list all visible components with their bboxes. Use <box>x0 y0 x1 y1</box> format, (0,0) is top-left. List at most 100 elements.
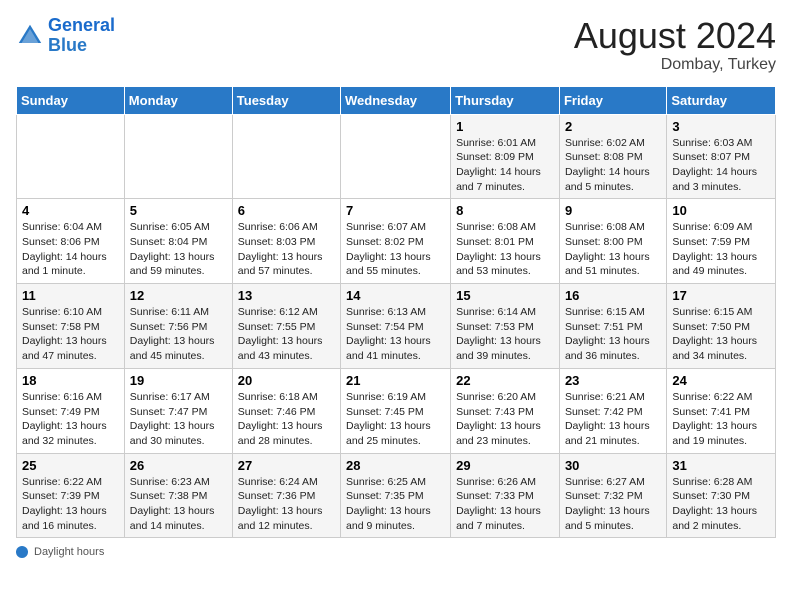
day-number: 3 <box>672 119 770 134</box>
calendar-cell: 4 Sunrise: 6:04 AM Sunset: 8:06 PM Daylig… <box>17 199 125 284</box>
calendar-cell: 23 Sunrise: 6:21 AM Sunset: 7:42 PM Dayli… <box>559 368 666 453</box>
location: Dombay, Turkey <box>574 56 776 74</box>
calendar-cell: 24Sunrise: 6:22 AM Sunset: 7:41 PM Dayli… <box>667 368 776 453</box>
calendar-week-row: 18 Sunrise: 6:16 AM Sunset: 7:49 PM Dayli… <box>17 368 776 453</box>
calendar-cell: 29Sunrise: 6:26 AM Sunset: 7:33 PM Dayli… <box>451 453 560 538</box>
day-number: 19 <box>130 373 227 388</box>
day-info: Sunrise: 6:20 AM Sunset: 7:43 PM Dayligh… <box>456 390 554 449</box>
day-info: Sunrise: 6:11 AM Sunset: 7:56 PM Dayligh… <box>130 305 227 364</box>
day-number: 20 <box>238 373 335 388</box>
day-number: 27 <box>238 458 335 473</box>
calendar-cell: 9Sunrise: 6:08 AM Sunset: 8:00 PM Daylig… <box>559 199 666 284</box>
day-info: Sunrise: 6:04 AM Sunset: 8:06 PM Dayligh… <box>22 220 119 279</box>
day-info: Sunrise: 6:25 AM Sunset: 7:35 PM Dayligh… <box>346 475 445 534</box>
calendar-week-row: 1 Sunrise: 6:01 AM Sunset: 8:09 PM Daylig… <box>17 114 776 199</box>
calendar-cell: 30Sunrise: 6:27 AM Sunset: 7:32 PM Dayli… <box>559 453 666 538</box>
calendar-cell: 15 Sunrise: 6:14 AM Sunset: 7:53 PM Dayli… <box>451 284 560 369</box>
day-number: 17 <box>672 288 770 303</box>
day-info: Sunrise: 6:13 AM Sunset: 7:54 PM Dayligh… <box>346 305 445 364</box>
logo-blue: Blue <box>48 35 87 55</box>
day-info: Sunrise: 6:07 AM Sunset: 8:02 PM Dayligh… <box>346 220 445 279</box>
calendar-cell: 28Sunrise: 6:25 AM Sunset: 7:35 PM Dayli… <box>341 453 451 538</box>
weekday-header: Friday <box>559 86 666 114</box>
day-info: Sunrise: 6:22 AM Sunset: 7:39 PM Dayligh… <box>22 475 119 534</box>
day-number: 16 <box>565 288 661 303</box>
day-info: Sunrise: 6:01 AM Sunset: 8:09 PM Dayligh… <box>456 136 554 195</box>
calendar-cell <box>124 114 232 199</box>
day-number: 31 <box>672 458 770 473</box>
calendar-cell: 19 Sunrise: 6:17 AM Sunset: 7:47 PM Dayli… <box>124 368 232 453</box>
calendar-cell: 7 Sunrise: 6:07 AM Sunset: 8:02 PM Daylig… <box>341 199 451 284</box>
day-info: Sunrise: 6:18 AM Sunset: 7:46 PM Dayligh… <box>238 390 335 449</box>
day-info: Sunrise: 6:16 AM Sunset: 7:49 PM Dayligh… <box>22 390 119 449</box>
day-number: 11 <box>22 288 119 303</box>
calendar-cell: 1 Sunrise: 6:01 AM Sunset: 8:09 PM Daylig… <box>451 114 560 199</box>
day-number: 1 <box>456 119 554 134</box>
calendar-cell: 6Sunrise: 6:06 AM Sunset: 8:03 PM Daylig… <box>232 199 340 284</box>
weekday-header-row: SundayMondayTuesdayWednesdayThursdayFrid… <box>17 86 776 114</box>
calendar-cell: 21 Sunrise: 6:19 AM Sunset: 7:45 PM Dayli… <box>341 368 451 453</box>
day-number: 15 <box>456 288 554 303</box>
month-year: August 2024 <box>574 16 776 56</box>
calendar-cell <box>232 114 340 199</box>
day-info: Sunrise: 6:08 AM Sunset: 8:00 PM Dayligh… <box>565 220 661 279</box>
calendar-cell: 2Sunrise: 6:02 AM Sunset: 8:08 PM Daylig… <box>559 114 666 199</box>
day-number: 21 <box>346 373 445 388</box>
calendar-cell: 25 Sunrise: 6:22 AM Sunset: 7:39 PM Dayli… <box>17 453 125 538</box>
calendar-cell: 14Sunrise: 6:13 AM Sunset: 7:54 PM Dayli… <box>341 284 451 369</box>
day-info: Sunrise: 6:12 AM Sunset: 7:55 PM Dayligh… <box>238 305 335 364</box>
calendar-cell: 3 Sunrise: 6:03 AM Sunset: 8:07 PM Daylig… <box>667 114 776 199</box>
day-info: Sunrise: 6:17 AM Sunset: 7:47 PM Dayligh… <box>130 390 227 449</box>
calendar-cell: 12 Sunrise: 6:11 AM Sunset: 7:56 PM Dayli… <box>124 284 232 369</box>
day-number: 18 <box>22 373 119 388</box>
day-info: Sunrise: 6:15 AM Sunset: 7:51 PM Dayligh… <box>565 305 661 364</box>
day-info: Sunrise: 6:23 AM Sunset: 7:38 PM Dayligh… <box>130 475 227 534</box>
day-number: 6 <box>238 203 335 218</box>
day-info: Sunrise: 6:05 AM Sunset: 8:04 PM Dayligh… <box>130 220 227 279</box>
logo-text: General Blue <box>48 16 115 56</box>
title-block: August 2024 Dombay, Turkey <box>574 16 776 74</box>
day-info: Sunrise: 6:27 AM Sunset: 7:32 PM Dayligh… <box>565 475 661 534</box>
day-number: 25 <box>22 458 119 473</box>
day-number: 22 <box>456 373 554 388</box>
day-number: 4 <box>22 203 119 218</box>
day-number: 26 <box>130 458 227 473</box>
logo: General Blue <box>16 16 115 56</box>
footer-label: Daylight hours <box>34 546 104 558</box>
day-info: Sunrise: 6:14 AM Sunset: 7:53 PM Dayligh… <box>456 305 554 364</box>
calendar-week-row: 11 Sunrise: 6:10 AM Sunset: 7:58 PM Dayli… <box>17 284 776 369</box>
calendar-cell <box>17 114 125 199</box>
weekday-header: Monday <box>124 86 232 114</box>
calendar-cell: 18 Sunrise: 6:16 AM Sunset: 7:49 PM Dayli… <box>17 368 125 453</box>
calendar-cell <box>341 114 451 199</box>
calendar-cell: 17 Sunrise: 6:15 AM Sunset: 7:50 PM Dayli… <box>667 284 776 369</box>
weekday-header: Wednesday <box>341 86 451 114</box>
weekday-header: Saturday <box>667 86 776 114</box>
day-info: Sunrise: 6:21 AM Sunset: 7:42 PM Dayligh… <box>565 390 661 449</box>
calendar-week-row: 25 Sunrise: 6:22 AM Sunset: 7:39 PM Dayli… <box>17 453 776 538</box>
calendar-cell: 16 Sunrise: 6:15 AM Sunset: 7:51 PM Dayli… <box>559 284 666 369</box>
calendar-week-row: 4 Sunrise: 6:04 AM Sunset: 8:06 PM Daylig… <box>17 199 776 284</box>
day-number: 2 <box>565 119 661 134</box>
day-info: Sunrise: 6:03 AM Sunset: 8:07 PM Dayligh… <box>672 136 770 195</box>
day-number: 10 <box>672 203 770 218</box>
day-info: Sunrise: 6:19 AM Sunset: 7:45 PM Dayligh… <box>346 390 445 449</box>
day-info: Sunrise: 6:09 AM Sunset: 7:59 PM Dayligh… <box>672 220 770 279</box>
day-info: Sunrise: 6:26 AM Sunset: 7:33 PM Dayligh… <box>456 475 554 534</box>
day-number: 24 <box>672 373 770 388</box>
day-number: 13 <box>238 288 335 303</box>
day-info: Sunrise: 6:15 AM Sunset: 7:50 PM Dayligh… <box>672 305 770 364</box>
logo-general: General <box>48 15 115 35</box>
day-number: 7 <box>346 203 445 218</box>
calendar-cell: 31Sunrise: 6:28 AM Sunset: 7:30 PM Dayli… <box>667 453 776 538</box>
calendar-cell: 27Sunrise: 6:24 AM Sunset: 7:36 PM Dayli… <box>232 453 340 538</box>
weekday-header: Thursday <box>451 86 560 114</box>
day-info: Sunrise: 6:10 AM Sunset: 7:58 PM Dayligh… <box>22 305 119 364</box>
calendar-cell: 13 Sunrise: 6:12 AM Sunset: 7:55 PM Dayli… <box>232 284 340 369</box>
day-number: 23 <box>565 373 661 388</box>
day-number: 5 <box>130 203 227 218</box>
day-number: 12 <box>130 288 227 303</box>
calendar-cell: 22 Sunrise: 6:20 AM Sunset: 7:43 PM Dayli… <box>451 368 560 453</box>
calendar-cell: 20 Sunrise: 6:18 AM Sunset: 7:46 PM Dayli… <box>232 368 340 453</box>
footer: Daylight hours <box>16 546 776 558</box>
